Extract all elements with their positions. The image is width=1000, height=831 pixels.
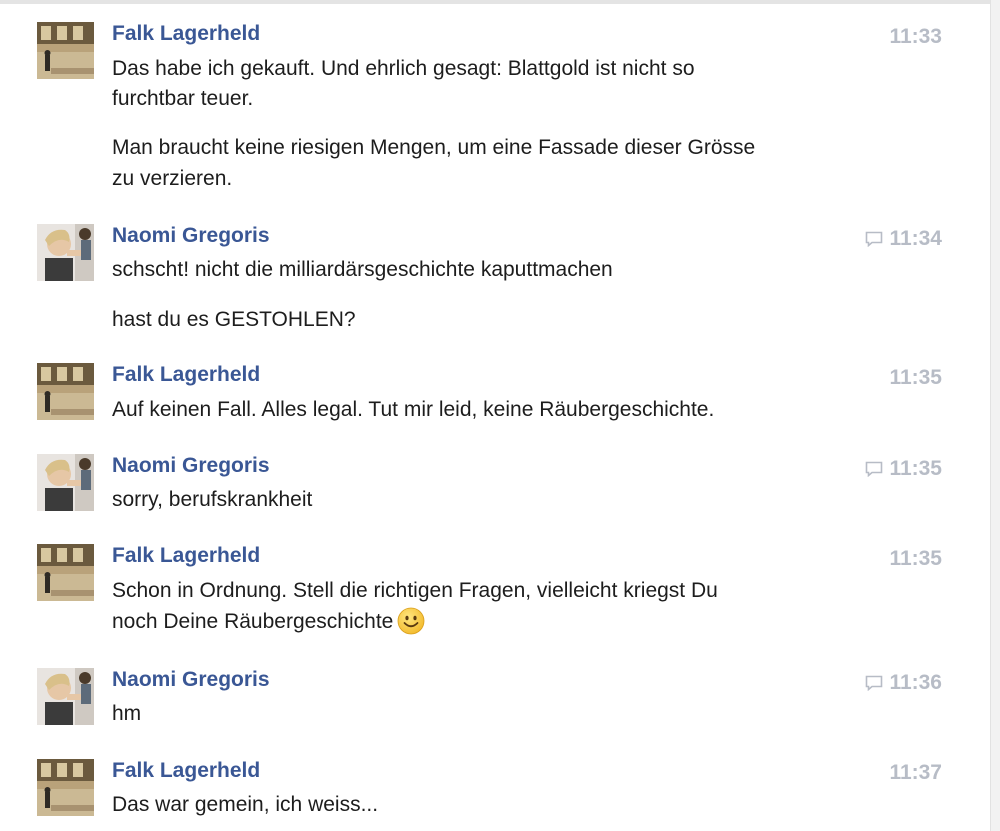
author-name[interactable]: Naomi Gregoris — [112, 667, 270, 693]
message-text: Das war gemein, ich weiss... — [112, 793, 379, 816]
falk-avatar[interactable] — [37, 22, 94, 79]
naomi-avatar[interactable] — [37, 668, 94, 725]
smiley-emoji — [397, 607, 425, 644]
scrollbar-track[interactable] — [990, 0, 1000, 831]
author-name[interactable]: Falk Lagerheld — [112, 362, 260, 388]
timestamp[interactable]: 11:35 — [889, 456, 942, 482]
message-text: Das habe ich gekauft. Und ehrlich gesagt… — [112, 57, 695, 80]
message-text: schscht! nicht die milliardärsgeschichte… — [112, 258, 613, 281]
author-name[interactable]: Falk Lagerheld — [112, 543, 260, 569]
author-name[interactable]: Naomi Gregoris — [112, 453, 270, 479]
message-text: hm — [112, 702, 142, 725]
naomi-avatar[interactable] — [37, 224, 94, 281]
author-name[interactable]: Naomi Gregoris — [112, 223, 270, 249]
author-name[interactable]: Falk Lagerheld — [112, 21, 260, 47]
timestamp[interactable]: 11:36 — [889, 670, 942, 696]
falk-avatar[interactable] — [37, 759, 94, 816]
message-text-segment: noch Deine Räubergeschichte — [112, 610, 394, 633]
message-text: noch Deine Räubergeschichte — [112, 607, 425, 644]
falk-avatar[interactable] — [37, 363, 94, 420]
timestamp[interactable]: 11:33 — [889, 24, 942, 50]
timestamp[interactable]: 11:34 — [889, 226, 942, 252]
comment-icon[interactable] — [865, 675, 883, 691]
timestamp[interactable]: 11:35 — [889, 546, 942, 572]
comment-icon[interactable] — [865, 231, 883, 247]
falk-avatar[interactable] — [37, 544, 94, 601]
message-text: Man braucht keine riesigen Mengen, um ei… — [112, 136, 756, 159]
top-divider — [0, 0, 990, 4]
message-text: Auf keinen Fall. Alles legal. Tut mir le… — [112, 398, 715, 421]
message-text: Schon in Ordnung. Stell die richtigen Fr… — [112, 579, 718, 602]
author-name[interactable]: Falk Lagerheld — [112, 758, 260, 784]
message-text: zu verzieren. — [112, 167, 233, 190]
message-text: hast du es GESTOHLEN? — [112, 308, 356, 331]
naomi-avatar[interactable] — [37, 454, 94, 511]
message-text: sorry, berufskrankheit — [112, 488, 313, 511]
timestamp[interactable]: 11:37 — [889, 760, 942, 786]
message-text: furchtbar teuer. — [112, 87, 254, 110]
comment-icon[interactable] — [865, 461, 883, 477]
timestamp[interactable]: 11:35 — [889, 365, 942, 391]
